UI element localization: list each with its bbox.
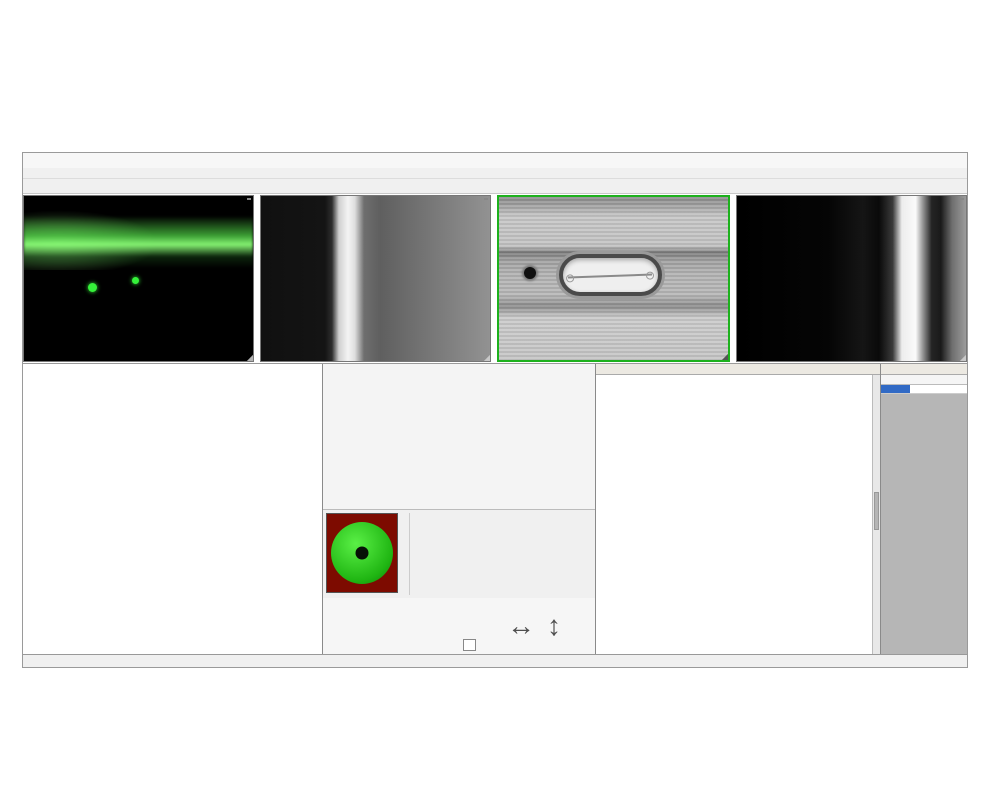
part-slot	[559, 254, 662, 296]
x-move-arrows-icon[interactable]: ↔	[507, 612, 535, 640]
menu-bar	[23, 168, 967, 179]
toolbar	[23, 179, 967, 194]
zoom-indicator	[722, 199, 726, 201]
close-button[interactable]	[948, 155, 963, 166]
measured-elements-lists	[23, 364, 323, 654]
jog-options	[409, 513, 592, 595]
detected-point-icon	[132, 277, 139, 284]
title-bar	[23, 153, 967, 168]
move-arrows: ↔ ↕	[477, 600, 591, 652]
resize-handle-icon[interactable]: ◢	[247, 353, 253, 362]
maximize-button[interactable]	[931, 155, 946, 166]
results-panel	[596, 364, 881, 654]
angle-tool-button[interactable]	[463, 639, 476, 651]
laser-line	[24, 216, 253, 268]
resize-handle-icon[interactable]: ◢	[960, 353, 966, 362]
resize-handle-icon[interactable]: ◢	[722, 352, 728, 361]
graphics-panel-title[interactable]	[881, 364, 967, 375]
jog-control-area	[323, 510, 595, 598]
part-hole	[524, 267, 536, 279]
joystick-ball[interactable]	[331, 522, 393, 584]
camera-view-1[interactable]: ◢	[23, 195, 254, 362]
zoom-indicator	[484, 198, 488, 200]
main-area: ↔ ↕	[23, 363, 967, 654]
resize-handle-icon[interactable]: ◢	[484, 353, 490, 362]
page: ◢ ◢ ◢ ◢	[0, 0, 1000, 789]
camera-view-2[interactable]: ◢	[260, 195, 491, 362]
light-sliders	[398, 513, 409, 595]
status-bar	[23, 654, 967, 667]
results-scrollbar[interactable]	[872, 375, 880, 654]
zoom-indicator	[247, 198, 251, 200]
camera-view-4[interactable]: ◢	[736, 195, 967, 362]
joystick-center-dot	[356, 547, 369, 560]
detected-point-icon	[88, 283, 97, 292]
zoom-indicator	[960, 198, 964, 200]
part-pin	[568, 273, 652, 278]
coordinate-readout: ↔ ↕	[323, 598, 595, 654]
results-table-wrap	[596, 375, 880, 654]
camera-views: ◢ ◢ ◢ ◢	[23, 194, 967, 363]
graphics-panel	[881, 364, 967, 654]
camera-view-3-selected[interactable]: ◢	[497, 195, 730, 362]
graphics-panel-row[interactable]	[881, 385, 967, 394]
y-move-arrows-icon[interactable]: ↕	[547, 612, 561, 640]
jog-joystick[interactable]	[326, 513, 398, 593]
axis-readouts	[327, 600, 477, 652]
center-panel: ↔ ↕	[323, 364, 596, 654]
app-window: ◢ ◢ ◢ ◢	[22, 152, 968, 668]
graphics-panel-headers	[881, 375, 967, 385]
geometry-tool-palette	[323, 364, 595, 510]
window-controls	[914, 155, 963, 166]
results-tab-strip	[596, 364, 880, 375]
minimize-button[interactable]	[914, 155, 929, 166]
scrollbar-thumb[interactable]	[874, 492, 879, 530]
graphics-panel-body	[881, 394, 967, 654]
selected-cell[interactable]	[881, 385, 910, 393]
